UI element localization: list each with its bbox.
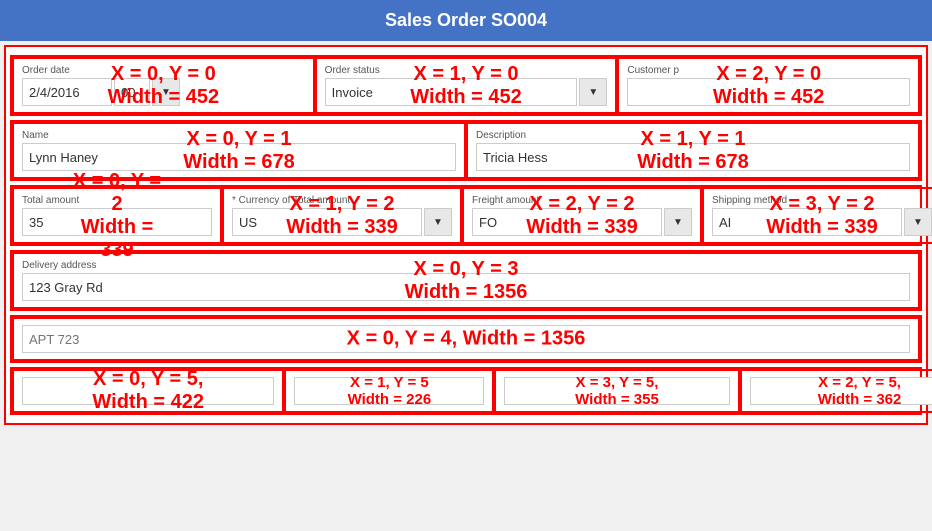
input-5-3[interactable] bbox=[750, 377, 932, 405]
cell-5-3: ▼ X = 2, Y = 5, Width = 362 bbox=[740, 369, 932, 413]
row-2: Total amount X = 0, Y = 2 Width = 339 * … bbox=[10, 185, 922, 246]
input-2-0[interactable] bbox=[22, 208, 212, 236]
input-0-2[interactable] bbox=[627, 78, 910, 106]
cell-label-1-0: Name bbox=[22, 130, 456, 141]
input-2-3[interactable] bbox=[712, 208, 902, 236]
input-time-0-0[interactable] bbox=[114, 78, 150, 106]
cell-label-0-1: Order status bbox=[325, 65, 608, 76]
dropdown-0-0[interactable]: ▼ bbox=[152, 78, 180, 106]
row-5: X = 0, Y = 5, Width = 422 X = 1, Y = 5 W… bbox=[10, 367, 922, 415]
cell-0-0: Order date ▼ X = 0, Y = 0 Width = 452 bbox=[12, 57, 315, 114]
input-3-0[interactable] bbox=[22, 273, 910, 301]
cell-label-0-0: Order date bbox=[22, 65, 305, 76]
cell-0-2: Customer p X = 2, Y = 0 Width = 452 bbox=[617, 57, 920, 114]
cell-label-1-1: Description bbox=[476, 130, 910, 141]
input-5-0[interactable] bbox=[22, 377, 274, 405]
input-2-1[interactable] bbox=[232, 208, 422, 236]
main-container: Order date ▼ X = 0, Y = 0 Width = 452 Or… bbox=[4, 45, 928, 425]
cell-2-0: Total amount X = 0, Y = 2 Width = 339 bbox=[12, 187, 222, 244]
dropdown-2-2[interactable]: ▼ bbox=[664, 208, 692, 236]
row-3: Delivery address X = 0, Y = 3 Width = 13… bbox=[10, 250, 922, 311]
cell-label-2-0: Total amount bbox=[22, 195, 212, 206]
input-4-0[interactable] bbox=[22, 325, 910, 353]
input-1-1[interactable] bbox=[476, 143, 910, 171]
cell-2-2: Freight amount ▼ X = 2, Y = 2 Width = 33… bbox=[462, 187, 702, 244]
page-title: Sales Order SO004 bbox=[385, 10, 547, 30]
cell-0-1: Order status ▼ X = 1, Y = 0 Width = 452 bbox=[315, 57, 618, 114]
input-5-2[interactable] bbox=[504, 377, 729, 405]
cell-3-0: Delivery address X = 0, Y = 3 Width = 13… bbox=[12, 252, 920, 309]
dropdown-0-1[interactable]: ▼ bbox=[579, 78, 607, 106]
cell-5-2: X = 3, Y = 5, Width = 355 bbox=[494, 369, 739, 413]
cell-5-0: X = 0, Y = 5, Width = 422 bbox=[12, 369, 284, 413]
cell-label-0-2: Customer p bbox=[627, 65, 910, 76]
input-1-0[interactable] bbox=[22, 143, 456, 171]
cell-label-2-2: Freight amount bbox=[472, 195, 692, 206]
input-0-0[interactable] bbox=[22, 78, 112, 106]
dropdown-2-3[interactable]: ▼ bbox=[904, 208, 932, 236]
dropdown-2-1[interactable]: ▼ bbox=[424, 208, 452, 236]
cell-5-1: X = 1, Y = 5 Width = 226 bbox=[284, 369, 494, 413]
cell-2-3: Shipping method ▼ X = 3, Y = 2 Width = 3… bbox=[702, 187, 932, 244]
title-bar: Sales Order SO004 bbox=[0, 0, 932, 41]
input-0-1[interactable] bbox=[325, 78, 578, 106]
row-0: Order date ▼ X = 0, Y = 0 Width = 452 Or… bbox=[10, 55, 922, 116]
cell-1-1: Description X = 1, Y = 1 Width = 678 bbox=[466, 122, 920, 179]
cell-label-2-3: Shipping method bbox=[712, 195, 932, 206]
cell-label-3-0: Delivery address bbox=[22, 260, 910, 271]
cell-label-2-1: * Currency of Total amount bbox=[232, 195, 452, 206]
input-5-1[interactable] bbox=[294, 377, 484, 405]
cell-1-0: Name X = 0, Y = 1 Width = 678 bbox=[12, 122, 466, 179]
cell-2-1: * Currency of Total amount ▼ X = 1, Y = … bbox=[222, 187, 462, 244]
input-2-2[interactable] bbox=[472, 208, 662, 236]
row-4: X = 0, Y = 4, Width = 1356 bbox=[10, 315, 922, 363]
row-1: Name X = 0, Y = 1 Width = 678 Descriptio… bbox=[10, 120, 922, 181]
cell-4-0: X = 0, Y = 4, Width = 1356 bbox=[12, 317, 920, 361]
